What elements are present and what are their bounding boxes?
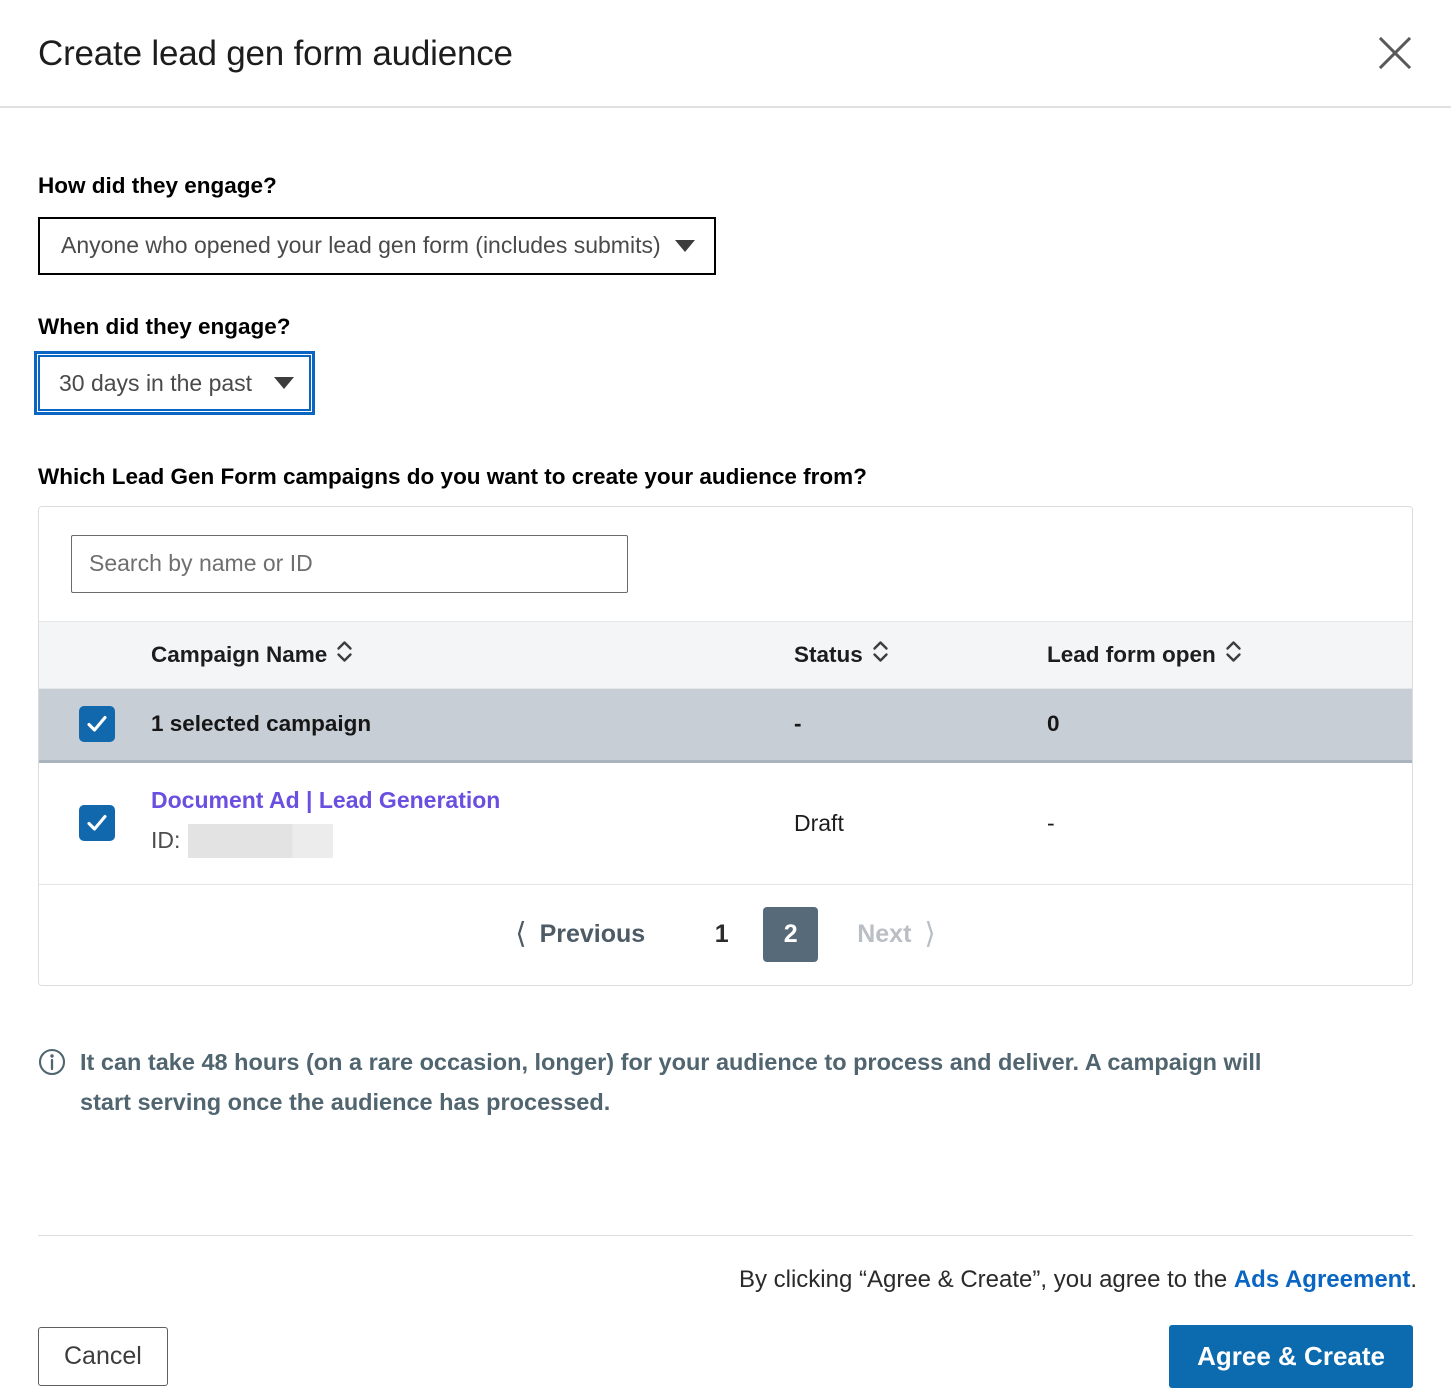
column-header-status[interactable]: Status [794,621,1047,688]
campaign-id: ID: [151,823,794,858]
pagination-next-label: Next [857,920,912,948]
agreement-prefix: By clicking “Agree & Create”, you agree … [738,1266,1234,1293]
pagination-previous-label: Previous [539,920,646,948]
column-header-campaign-name[interactable]: Campaign Name [151,621,794,688]
chevron-left-icon: ⟨ [515,918,527,950]
campaign-id-redacted-value [188,823,334,858]
table-row: Document Ad | Lead Generation ID: Draft … [39,761,1412,884]
campaigns-label: Which Lead Gen Form campaigns do you wan… [38,464,867,489]
engage-how-selected-value: Anyone who opened your lead gen form (in… [61,232,661,258]
sort-updown-icon [872,639,889,670]
campaign-name-link[interactable]: Document Ad | Lead Generation [151,788,794,814]
pagination-page-1[interactable]: 1 [694,907,749,962]
footer-actions: Cancel Agree & Create [0,1292,1451,1388]
campaigns-group: Which Lead Gen Form campaigns do you wan… [38,411,1413,986]
header-checkbox-cell [39,621,151,688]
row-lead-form-open: - [1047,809,1055,836]
page-title: Create lead gen form audience [38,33,513,73]
table-header-row: Campaign Name Status Lead form open [39,621,1412,688]
engage-how-select[interactable]: Anyone who opened your lead gen form (in… [38,216,716,275]
sort-updown-icon [336,639,353,670]
table-row-summary: 1 selected campaign - 0 [39,688,1412,761]
create-lead-gen-audience-modal: Create lead gen form audience How did th… [0,0,1451,1388]
pagination: ⟨ Previous 1 2 Next ⟩ [39,885,1412,985]
column-label: Campaign Name [151,641,328,667]
engage-when-group: When did they engage? 30 days in the pas… [33,275,1413,415]
row-checkbox-cell [39,761,151,884]
campaign-id-label: ID: [151,827,181,854]
summary-name: 1 selected campaign [151,711,372,736]
column-label: Status [794,641,863,667]
search-input[interactable] [71,534,628,593]
campaign-table: Campaign Name Status Lead form open 1 se… [39,621,1412,985]
engage-how-label: How did they engage? [38,173,277,198]
engage-how-group: How did they engage? Anyone who opened y… [38,108,1413,275]
close-icon [1376,34,1414,72]
column-label: Lead form open [1047,641,1216,667]
engage-when-selected-value: 30 days in the past [59,369,253,396]
campaign-search-wrap [39,506,1412,621]
summary-lead-form-open: 0 [1047,711,1060,736]
processing-notice: It can take 48 hours (on a rare occasion… [38,1042,1413,1123]
sort-updown-icon [1225,639,1242,670]
close-button[interactable] [1369,27,1421,79]
summary-status: - [794,711,802,736]
row-checkbox[interactable] [79,805,115,841]
table-body: 1 selected campaign - 0 Document Ad | Le… [39,688,1412,985]
pagination-next-button[interactable]: Next ⟩ [857,920,936,949]
chevron-down-icon [274,377,295,389]
select-all-checkbox[interactable] [79,706,115,742]
chevron-down-icon [674,239,695,252]
modal-body: How did they engage? Anyone who opened y… [0,108,1451,1194]
pagination-previous-button[interactable]: ⟨ Previous [515,920,645,949]
table-head: Campaign Name Status Lead form open [39,621,1412,688]
pagination-page-2[interactable]: 2 [763,907,819,962]
agreement-suffix: . [1410,1266,1417,1293]
row-status: Draft [794,809,844,836]
campaign-table-card: Campaign Name [38,505,1413,986]
modal-header: Create lead gen form audience [0,0,1451,108]
pagination-cell: ⟨ Previous 1 2 Next ⟩ [39,884,1412,985]
processing-notice-text: It can take 48 hours (on a rare occasion… [80,1048,1262,1115]
cancel-button[interactable]: Cancel [38,1327,168,1386]
engage-when-label: When did they engage? [38,313,291,339]
agreement-text: By clicking “Agree & Create”, you agree … [0,1236,1451,1292]
info-circle-icon [38,1048,66,1123]
summary-checkbox-cell [39,688,151,761]
ads-agreement-link[interactable]: Ads Agreement [1234,1266,1410,1293]
row-name-cell: Document Ad | Lead Generation ID: [151,761,794,884]
agree-and-create-button[interactable]: Agree & Create [1169,1325,1413,1388]
chevron-right-icon: ⟩ [924,918,936,950]
pagination-row: ⟨ Previous 1 2 Next ⟩ [39,884,1412,985]
column-header-lead-form-open[interactable]: Lead form open [1047,621,1412,688]
engage-when-select[interactable]: 30 days in the past [33,351,316,415]
